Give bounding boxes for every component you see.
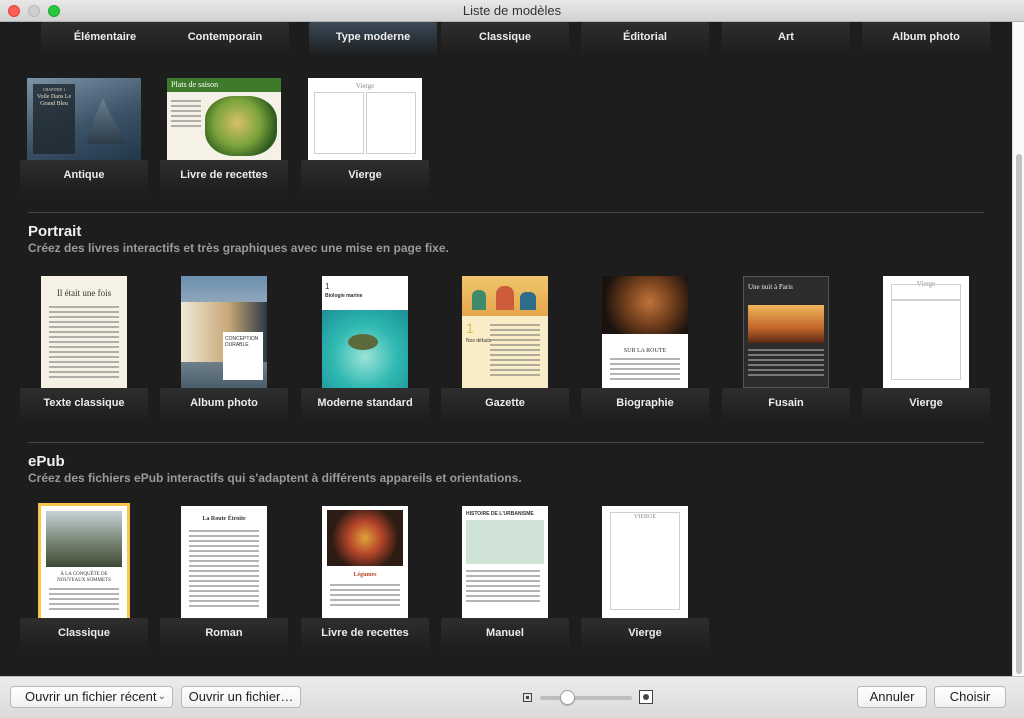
thumb-frame xyxy=(314,92,364,154)
bottom-toolbar: Ouvrir un fichier récent ⌄ Ouvrir un fic… xyxy=(0,676,1024,718)
thumb-title: Une nuit à Paris xyxy=(748,283,793,291)
template-label: Roman xyxy=(160,618,288,652)
template-label: Fusain xyxy=(722,388,850,422)
thumb-title: Légumes xyxy=(353,572,377,578)
template-label: Contemporain xyxy=(161,22,289,56)
thumb-title: À LA CONQUÊTE DE NOUVEAUX SOMMETS xyxy=(57,572,111,583)
template-label: Texte classique xyxy=(20,388,148,422)
template-thumbnail: Une nuit à Paris xyxy=(743,276,829,388)
template-label: Manuel xyxy=(441,618,569,652)
turtle-shape xyxy=(348,334,378,350)
template-label: Vierge xyxy=(581,618,709,652)
template-label: Livre de recettes xyxy=(301,618,429,652)
template-thumbnail: VIERGE xyxy=(602,506,688,618)
template-thumbnail: Vierge xyxy=(883,276,969,388)
template-thumbnail: Légumes xyxy=(322,506,408,618)
template-thumbnail: La Route Étroite xyxy=(181,506,267,618)
large-thumbnail-icon[interactable] xyxy=(639,690,653,704)
template-label: Classique xyxy=(20,618,148,652)
template-thumbnail: 1 Biologie marine xyxy=(322,276,408,388)
thumb-chapter: CHAPITRE 1 xyxy=(42,87,66,92)
template-label: Vierge xyxy=(862,388,990,422)
thumbnail-size-slider[interactable] xyxy=(540,696,632,700)
thumb-title: Plats de saison xyxy=(171,80,219,89)
thumb-title: La Route Étroite xyxy=(202,516,246,522)
thumb-food-photo xyxy=(205,96,277,156)
template-label: Gazette xyxy=(441,388,569,422)
template-label: Type moderne xyxy=(309,22,437,56)
template-thumbnail: À LA CONQUÊTE DE NOUVEAUX SOMMETS xyxy=(38,503,130,621)
template-thumbnail: Plats de saison xyxy=(167,78,281,160)
thumb-arc-photo xyxy=(748,305,824,343)
thumb-title: Il était une fois xyxy=(56,288,112,298)
thumb-title: HISTOIRE DE L'URBANISME xyxy=(466,511,534,517)
thumb-dish-photo xyxy=(327,510,403,566)
template-label: Livre de recettes xyxy=(160,160,288,194)
thumb-number: 1 xyxy=(466,320,474,336)
section-title-portrait: Portrait xyxy=(28,223,82,240)
template-label: Élémentaire xyxy=(41,22,169,56)
template-label: Classique xyxy=(441,22,569,56)
thumb-title: Nos débuts xyxy=(466,338,492,344)
template-label: Art xyxy=(722,22,850,56)
template-thumbnail: CHAPITRE 1 Voile Dans Le Grand Bleu xyxy=(27,78,141,160)
template-label: Album photo xyxy=(160,388,288,422)
template-label: Moderne standard xyxy=(301,388,429,422)
thumb-frame xyxy=(891,284,961,300)
template-thumbnail: HISTOIRE DE L'URBANISME xyxy=(462,506,548,618)
section-subtitle-portrait: Créez des livres interactifs et très gra… xyxy=(28,241,449,255)
vertical-scrollbar[interactable] xyxy=(1012,22,1024,676)
thumb-title: Biologie marine xyxy=(325,293,363,299)
thumb-mountain-photo xyxy=(46,511,122,567)
template-label: Éditorial xyxy=(581,22,709,56)
window-title: Liste de modèles xyxy=(462,3,562,18)
thumb-title: SUR LA ROUTE xyxy=(623,348,667,354)
section-title-epub: ePub xyxy=(28,453,65,470)
scrollbar-thumb[interactable] xyxy=(1016,154,1022,674)
template-thumbnail: SUR LA ROUTE xyxy=(602,276,688,388)
open-file-button[interactable]: Ouvrir un fichier… xyxy=(181,686,301,708)
thumb-number: 1 xyxy=(325,282,330,291)
open-recent-label: Ouvrir un fichier récent xyxy=(25,689,157,704)
template-thumbnail: Il était une fois xyxy=(41,276,127,388)
template-chooser-window: Liste de modèles Élémentaire Contemporai… xyxy=(0,0,1024,718)
chevron-down-icon: ⌄ xyxy=(157,691,166,702)
section-subtitle-epub: Créez des fichiers ePub interactifs qui … xyxy=(28,471,522,485)
thumb-title: Vierge xyxy=(355,82,375,90)
template-thumbnail: Vierge xyxy=(308,78,422,160)
small-thumbnail-icon[interactable] xyxy=(523,693,532,702)
template-label: Biographie xyxy=(581,388,709,422)
thumb-frame xyxy=(366,92,416,154)
thumb-frame xyxy=(891,300,961,380)
thumb-title: Voile Dans Le Grand Bleu xyxy=(36,94,72,107)
template-label: Antique xyxy=(20,160,148,194)
title-bar: Liste de modèles xyxy=(0,0,1024,22)
template-list: Élémentaire Contemporain Type moderne Cl… xyxy=(0,22,1012,676)
section-divider xyxy=(28,442,984,443)
ship-illustration xyxy=(87,98,127,144)
cancel-button[interactable]: Annuler xyxy=(857,686,927,708)
template-label: Vierge xyxy=(301,160,429,194)
thumb-guitar-photo xyxy=(602,276,688,334)
slider-knob[interactable] xyxy=(560,690,575,705)
template-thumbnail: 1 Nos débuts xyxy=(462,276,548,388)
thumb-frame xyxy=(610,512,680,610)
template-thumbnail: CONCEPTION DURABLE xyxy=(181,276,267,388)
template-label: Album photo xyxy=(862,22,990,56)
section-divider xyxy=(28,212,984,213)
thumb-map xyxy=(466,520,544,564)
thumb-title: CONCEPTION DURABLE xyxy=(225,336,259,348)
choose-button[interactable]: Choisir xyxy=(934,686,1006,708)
open-recent-popup[interactable]: Ouvrir un fichier récent ⌄ xyxy=(10,686,173,708)
